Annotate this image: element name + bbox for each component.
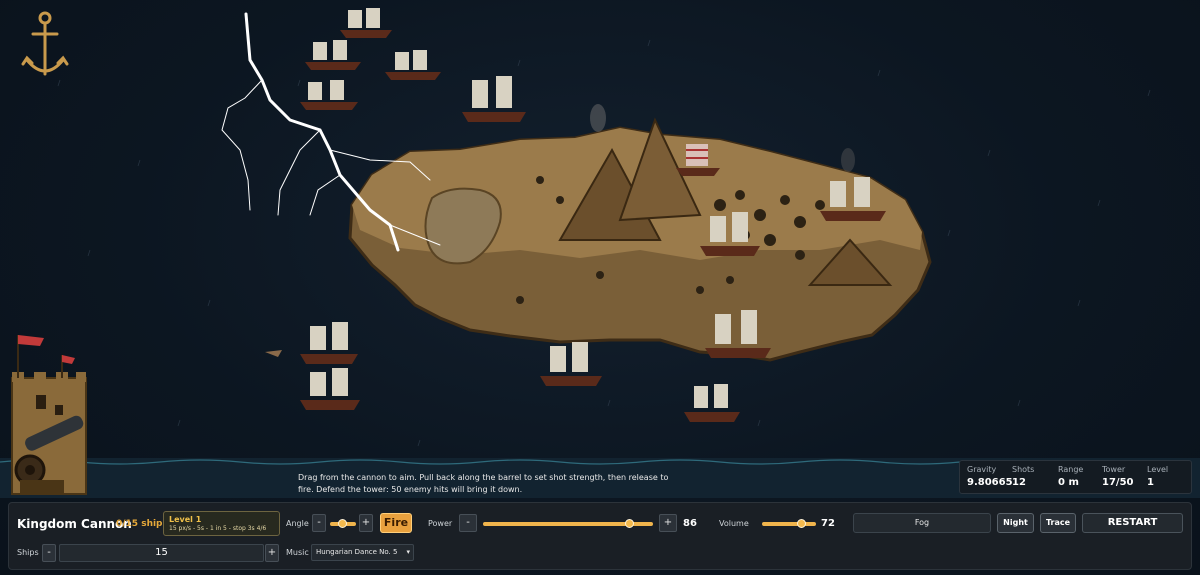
smoke (590, 104, 606, 132)
volume-value: 72 (821, 518, 835, 529)
power-increase-button[interactable]: + (659, 514, 677, 532)
stat-tower-value: 17/50 (1102, 477, 1134, 488)
music-selected-value: Hungarian Dance No. 5 (316, 548, 398, 556)
ship (684, 384, 740, 422)
stat-shots: Shots 12 (1012, 465, 1034, 488)
volume-slider-thumb[interactable] (796, 519, 806, 528)
level-info: Level 1 15 px/s - 5s - 1 in 5 - stop 3s … (163, 511, 280, 536)
stat-gravity-value: 9.80665 (967, 477, 1013, 488)
stat-range: Range 0 m (1058, 465, 1083, 488)
ship (340, 8, 392, 38)
angle-decrease-button[interactable]: - (312, 514, 326, 532)
ship (300, 322, 358, 364)
stat-gravity: Gravity 9.80665 (967, 465, 1013, 488)
level-detail: 15 px/s - 5s - 1 in 5 - stop 3s 4/6 (169, 525, 267, 532)
island (348, 104, 932, 362)
small-boat (265, 350, 282, 357)
night-toggle[interactable]: Night (997, 513, 1034, 533)
ship (300, 80, 358, 110)
power-value: 86 (683, 518, 697, 529)
ship (300, 368, 360, 410)
volume-slider-track[interactable] (762, 522, 816, 526)
power-decrease-button[interactable]: - (459, 514, 477, 532)
ships-increase-button[interactable]: + (265, 544, 279, 562)
ships-decrease-button[interactable]: - (42, 544, 56, 562)
angle-increase-button[interactable]: + (359, 514, 373, 532)
angle-slider-thumb[interactable] (337, 519, 347, 528)
power-label: Power (428, 519, 453, 528)
stat-level-value: 1 (1147, 477, 1154, 488)
music-select[interactable]: Hungarian Dance No. 5 ▾ (311, 544, 414, 561)
stat-level: Level 1 (1147, 465, 1168, 488)
stat-gravity-label: Gravity (967, 465, 997, 474)
flag (18, 335, 44, 346)
stat-range-value: 0 m (1058, 477, 1079, 488)
ship (305, 40, 361, 70)
game-stage[interactable]: Drag from the cannon to aim. Pull back a… (0, 0, 1200, 575)
instructions-text: Drag from the cannon to aim. Pull back a… (298, 473, 669, 494)
ship (385, 50, 441, 80)
stat-level-label: Level (1147, 465, 1169, 474)
game-title: Kingdom Cannon (17, 517, 132, 531)
stat-tower-label: Tower (1102, 465, 1126, 474)
trace-toggle[interactable]: Trace (1040, 513, 1076, 533)
stat-range-label: Range (1058, 465, 1084, 474)
restart-button[interactable]: RESTART (1082, 513, 1183, 533)
volume-label: Volume (719, 519, 749, 528)
ships-counter: 0/15 ships (116, 519, 168, 529)
anchor-icon[interactable] (21, 11, 69, 76)
fog-button[interactable]: Fog (853, 513, 991, 533)
ships-input[interactable]: 15 (59, 544, 264, 562)
music-label: Music (286, 548, 309, 557)
stat-shots-label: Shots (1012, 465, 1035, 474)
stats-panel: Gravity 9.80665 Shots 12 Range 0 m Tower… (959, 460, 1192, 494)
ships-label: Ships (17, 548, 39, 557)
chevron-down-icon: ▾ (406, 548, 410, 556)
ship (462, 76, 526, 122)
fire-button[interactable]: Fire (380, 513, 412, 533)
level-title: Level 1 (169, 515, 202, 524)
power-slider-thumb[interactable] (625, 519, 635, 528)
ship (540, 342, 602, 386)
stat-tower: Tower 17/50 (1102, 465, 1133, 488)
control-panel: Kingdom Cannon 0/15 ships Level 1 15 px/… (8, 502, 1192, 570)
smoke (841, 148, 855, 172)
stat-shots-value: 12 (1012, 477, 1026, 488)
angle-label: Angle (286, 519, 309, 528)
